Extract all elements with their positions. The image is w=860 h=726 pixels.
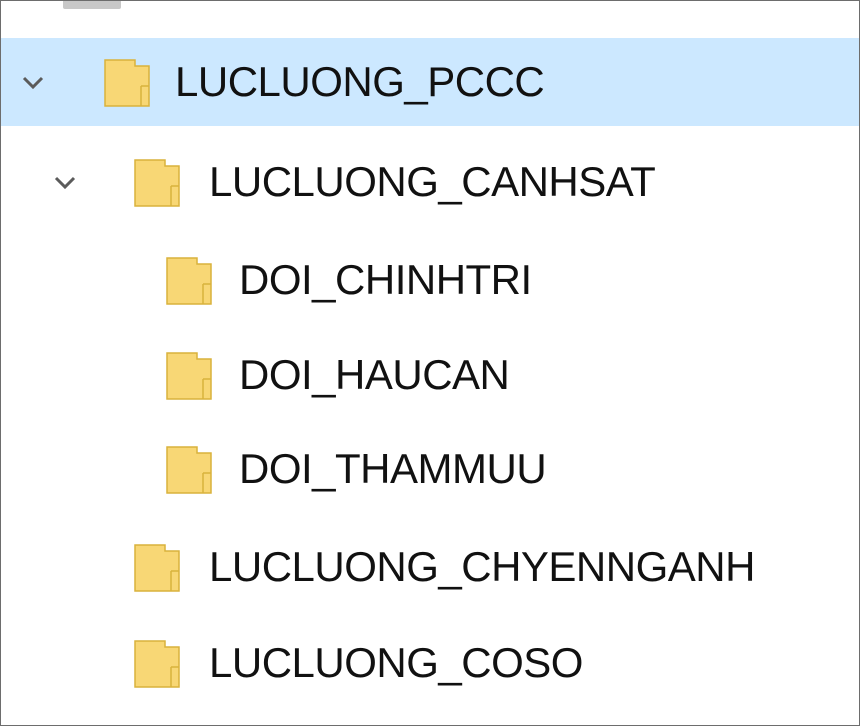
folder-icon xyxy=(134,544,180,592)
tree-item-lucluong-chyennganh[interactable]: LUCLUONG_CHYENNGANH xyxy=(1,523,859,611)
tree-item-label: LUCLUONG_PCCC xyxy=(175,58,545,105)
tree-item-lucluong-pccc[interactable]: LUCLUONG_PCCC xyxy=(1,38,859,126)
partial-row-above xyxy=(63,1,121,9)
tree-item-lucluong-coso[interactable]: LUCLUONG_COSO xyxy=(1,619,859,707)
tree-item-doi-thammuu[interactable]: DOI_THAMMUU xyxy=(1,425,859,513)
folder-icon xyxy=(166,257,212,305)
tree-item-doi-chinhtri[interactable]: DOI_CHINHTRI xyxy=(1,236,859,324)
chevron-down-icon[interactable] xyxy=(19,68,47,96)
tree-item-label: DOI_THAMMUU xyxy=(239,445,547,492)
folder-icon xyxy=(134,159,180,207)
folder-tree-panel: LUCLUONG_PCCC LUCLUONG_CANHSAT DOI_CHINH… xyxy=(0,0,860,726)
tree-item-doi-haucan[interactable]: DOI_HAUCAN xyxy=(1,331,859,419)
folder-icon xyxy=(134,640,180,688)
folder-icon xyxy=(166,352,212,400)
chevron-down-icon[interactable] xyxy=(51,168,79,196)
folder-icon xyxy=(104,59,150,107)
tree-item-label: LUCLUONG_COSO xyxy=(209,639,583,686)
tree-item-lucluong-canhsat[interactable]: LUCLUONG_CANHSAT xyxy=(1,138,859,226)
tree-item-label: DOI_HAUCAN xyxy=(239,351,510,398)
tree-item-label: LUCLUONG_CANHSAT xyxy=(209,158,656,205)
tree-item-label: DOI_CHINHTRI xyxy=(239,256,532,303)
folder-icon xyxy=(166,446,212,494)
tree-item-label: LUCLUONG_CHYENNGANH xyxy=(209,543,755,590)
